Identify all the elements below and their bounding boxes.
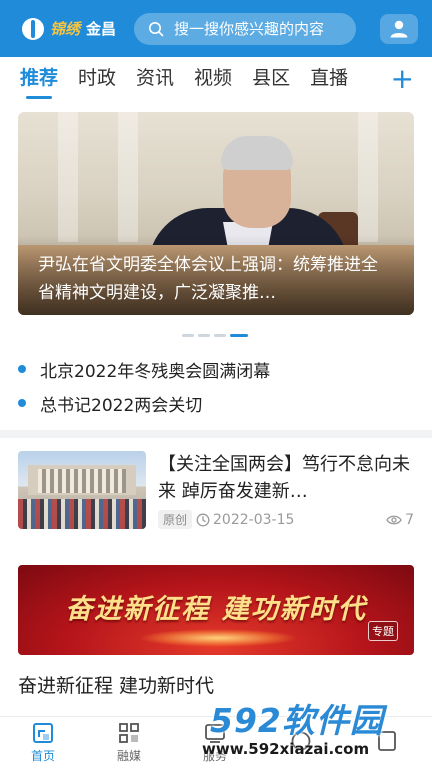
original-tag: 原创: [158, 510, 193, 529]
speaker-hair: [221, 136, 293, 170]
carousel-slide[interactable]: 尹弘在省文明委全体会议上强调：统筹推进全省精神文明建设，广泛凝聚推…: [18, 112, 414, 315]
nav-home[interactable]: 首页: [0, 717, 86, 768]
tab-news[interactable]: 资讯: [136, 57, 174, 103]
banner-slogan: 奋进新征程 建功新时代: [65, 594, 367, 625]
tab-county[interactable]: 县区: [252, 57, 290, 103]
news-title: 【关注全国两会】笃行不怠向未来 踔厉奋发建新…: [158, 454, 410, 502]
background-pillar: [58, 112, 78, 242]
thumbnail-columns: [38, 469, 126, 493]
headline-item[interactable]: 总书记2022两会关切: [18, 386, 414, 420]
carousel-indicator: [182, 334, 248, 337]
channel-tabs: 推荐 时政 资讯 视频 县区 直播 +: [0, 57, 432, 103]
headline-item[interactable]: 北京2022年冬残奥会圆满闭幕: [18, 352, 414, 386]
search-bar[interactable]: 搜一搜你感兴趣的内容: [134, 12, 356, 45]
home-icon: [33, 722, 53, 743]
bullet-icon: [18, 365, 26, 373]
topic-title[interactable]: 奋进新征程 建功新时代: [18, 671, 214, 698]
bullet-icon: [18, 399, 26, 407]
nav-label: 融媒: [116, 748, 141, 763]
thumbnail-crowd: [18, 499, 146, 529]
watermark-brand: 592软件园: [210, 701, 384, 740]
search-placeholder: 搜一搜你感兴趣的内容: [174, 20, 325, 38]
view-count: 7: [386, 512, 414, 528]
app-header: 锦绣 金昌 搜一搜你感兴趣的内容: [0, 0, 432, 57]
carousel-dot[interactable]: [214, 334, 226, 337]
logo-script: 锦绣: [50, 20, 81, 38]
search-icon: [149, 21, 164, 36]
logo-name: 金昌: [86, 20, 117, 38]
tab-live[interactable]: 直播: [310, 57, 348, 103]
banner-stage-glow: [138, 629, 298, 647]
carousel-dot[interactable]: [198, 334, 210, 337]
watermark: 592软件园 www.592xiazai.com: [192, 690, 430, 768]
tab-recommend[interactable]: 推荐: [20, 57, 58, 103]
headline-text: 北京2022年冬残奥会圆满闭幕: [40, 361, 271, 382]
news-meta: 原创 2022-03-15 7: [158, 510, 414, 529]
carousel-dot-active[interactable]: [230, 334, 248, 337]
nav-label: 首页: [30, 748, 55, 763]
topic-banner[interactable]: 奋进新征程 建功新时代 专题: [18, 565, 414, 655]
news-thumbnail: [18, 451, 146, 529]
grid-icon: [119, 722, 139, 743]
background-pillar: [118, 112, 138, 242]
nav-media[interactable]: 融媒: [86, 717, 172, 768]
user-icon: [390, 20, 408, 37]
headline-list: 北京2022年冬残奥会圆满闭幕 总书记2022两会关切: [18, 352, 414, 420]
views-text: 7: [405, 511, 414, 528]
tab-video[interactable]: 视频: [194, 57, 232, 103]
news-date: 2022-03-15: [196, 512, 294, 528]
clock-icon: [196, 513, 210, 526]
topic-badge: 专题: [368, 621, 398, 641]
logo-icon: [22, 17, 44, 40]
headline-text: 总书记2022两会关切: [40, 395, 203, 416]
watermark-url: www.592xiazai.com: [202, 740, 370, 758]
tab-politics[interactable]: 时政: [78, 57, 116, 103]
app-logo[interactable]: 锦绣 金昌: [22, 17, 126, 40]
carousel-dot[interactable]: [182, 334, 194, 337]
user-button[interactable]: [380, 13, 418, 44]
eye-icon: [386, 515, 402, 524]
add-channel-button[interactable]: +: [391, 61, 414, 97]
section-divider: [0, 430, 432, 438]
news-item[interactable]: 【关注全国两会】笃行不怠向未来 踔厉奋发建新… 原创 2022-03-15 7: [18, 451, 414, 531]
carousel-title: 尹弘在省文明委全体会议上强调：统筹推进全省精神文明建设，广泛凝聚推…: [38, 255, 378, 303]
background-pillar: [358, 112, 378, 242]
date-text: 2022-03-15: [213, 511, 295, 528]
